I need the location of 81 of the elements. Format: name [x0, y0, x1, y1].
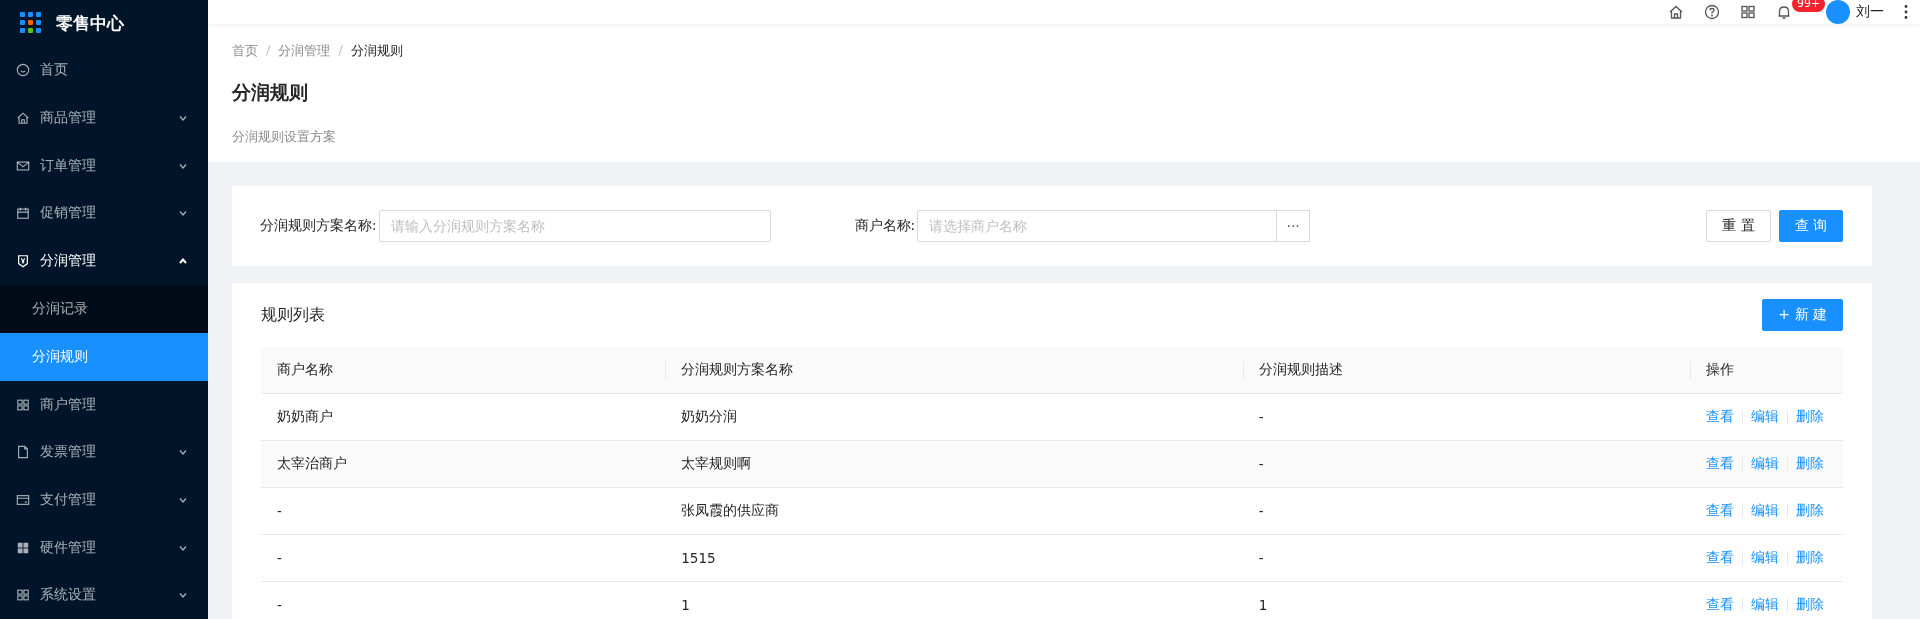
table-cell: -: [277, 503, 282, 519]
column-header: 操作: [1689, 347, 1843, 394]
grid-icon: [16, 588, 30, 603]
help-icon[interactable]: [1704, 4, 1720, 20]
avatar[interactable]: [1826, 0, 1850, 24]
table-cell: 太宰治商户: [277, 455, 347, 471]
menu-item[interactable]: 订单管理: [0, 141, 208, 190]
table-cell: 1: [1258, 597, 1268, 613]
reset-button[interactable]: 重 置: [1706, 210, 1771, 242]
menu-item[interactable]: 促销管理: [0, 189, 208, 238]
action-link[interactable]: 删除: [1795, 455, 1824, 473]
menu-item[interactable]: 硬件管理: [0, 523, 208, 572]
table-cell: 奶奶商户: [277, 408, 333, 424]
action-link[interactable]: 删除: [1795, 549, 1824, 567]
menu-item[interactable]: 系统设置: [0, 571, 208, 619]
action-link[interactable]: 删除: [1795, 408, 1824, 426]
grid-icon[interactable]: [1740, 4, 1756, 20]
submenu-item[interactable]: 分润规则: [0, 332, 208, 381]
table-cell: -: [1258, 409, 1264, 425]
table-cell: -: [277, 550, 282, 566]
action-link[interactable]: 查看: [1705, 502, 1734, 520]
action-link[interactable]: 删除: [1795, 502, 1824, 520]
column-header: 分润规则描述: [1242, 347, 1690, 394]
action-link[interactable]: 编辑: [1750, 549, 1779, 567]
shield-icon: [16, 254, 30, 268]
menu-item[interactable]: 发票管理: [0, 428, 208, 477]
logo-icon: [20, 12, 42, 35]
home-icon: [16, 111, 30, 126]
grid-icon: [16, 397, 30, 412]
table-cell: 1515: [681, 550, 716, 566]
new-button[interactable]: + 新 建: [1762, 299, 1843, 331]
menu-item[interactable]: 商户管理: [0, 380, 208, 429]
column-header: 商户名称: [261, 347, 666, 394]
input-field[interactable]: 请选择商户名称: [917, 210, 1278, 242]
column-header: 分润规则方案名称: [665, 347, 1243, 394]
action-link[interactable]: 编辑: [1750, 408, 1779, 426]
app-title: 零售中心: [56, 11, 124, 35]
table-cell: 奶奶分润: [681, 408, 738, 424]
document-icon: [16, 445, 30, 460]
calendar-icon: [16, 206, 30, 221]
page-title: 分润规则: [232, 80, 309, 105]
menu-item[interactable]: 商品管理: [0, 94, 208, 142]
bell-icon[interactable]: [1776, 4, 1792, 20]
table-cell: -: [1258, 550, 1264, 566]
breadcrumb-separator: /: [266, 42, 271, 59]
action-link[interactable]: 编辑: [1750, 596, 1779, 614]
table-cell: 张凤霞的供应商: [681, 502, 780, 518]
search-button[interactable]: 查 询: [1778, 210, 1843, 242]
smile-icon: [16, 63, 30, 78]
page-subtitle: 分润规则设置方案: [232, 128, 337, 146]
action-link[interactable]: 删除: [1795, 596, 1824, 614]
section-title: 规则列表: [261, 304, 325, 326]
submenu-item[interactable]: 分润记录: [0, 284, 208, 333]
action-link[interactable]: 查看: [1705, 408, 1734, 426]
action-link[interactable]: 查看: [1705, 549, 1734, 567]
field-label: 商户名称:: [854, 217, 916, 235]
menu-item[interactable]: 分润管理: [0, 237, 208, 285]
envelope-icon: [16, 158, 30, 173]
action-link[interactable]: 编辑: [1750, 455, 1779, 473]
input-field[interactable]: 请输入分润规则方案名称: [378, 210, 771, 242]
table-cell: 太宰规则啊: [681, 455, 752, 471]
user-name[interactable]: 刘一: [1856, 3, 1884, 21]
breadcrumb-item: 分润规则: [350, 42, 403, 60]
picker-button[interactable]: ···: [1277, 210, 1311, 242]
menu-item[interactable]: 支付管理: [0, 476, 208, 524]
field-label: 分润规则方案名称:: [260, 217, 377, 235]
table-cell: -: [1258, 503, 1264, 519]
action-link[interactable]: 查看: [1705, 596, 1734, 614]
more-icon[interactable]: [1904, 4, 1908, 20]
breadcrumb-item[interactable]: 分润管理: [278, 42, 331, 60]
tiles-icon: [16, 540, 30, 555]
home-icon[interactable]: [1668, 4, 1684, 20]
action-link[interactable]: 编辑: [1750, 502, 1779, 520]
table-cell: -: [1258, 456, 1264, 472]
table-cell: -: [277, 597, 282, 613]
breadcrumb-item[interactable]: 首页: [232, 42, 258, 60]
table-cell: 1: [681, 597, 690, 613]
breadcrumb-separator: /: [338, 42, 343, 59]
card-icon: [16, 492, 30, 507]
menu-item[interactable]: 首页: [0, 46, 208, 95]
action-link[interactable]: 查看: [1705, 455, 1734, 473]
